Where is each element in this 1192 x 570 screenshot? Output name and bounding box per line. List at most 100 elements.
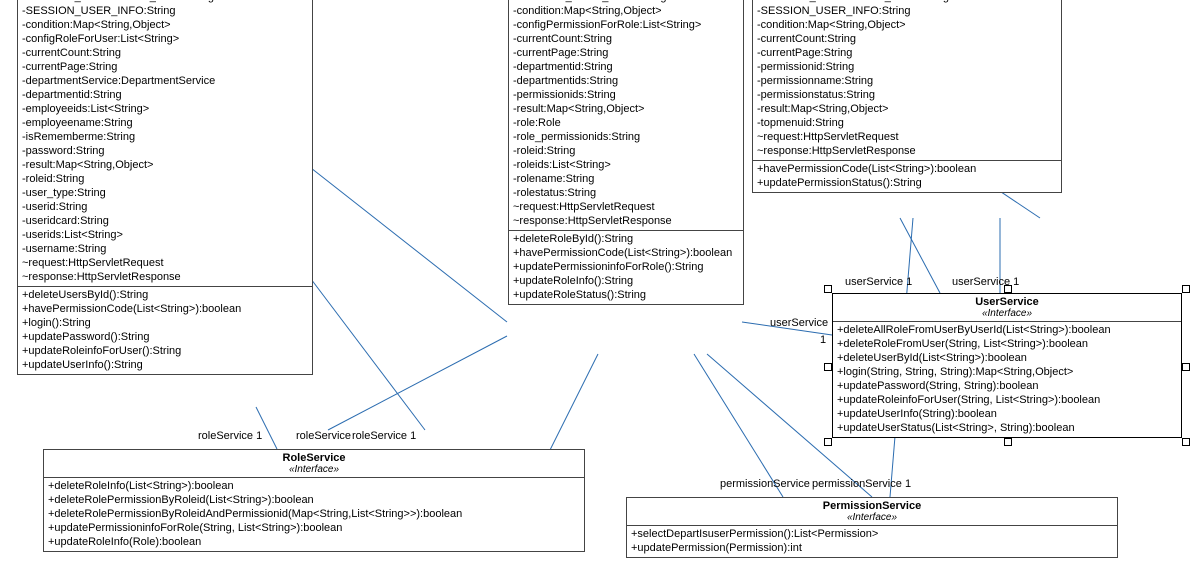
- member-row: +deleteUserById(List<String>):boolean: [837, 351, 1177, 365]
- member-row: -userid:String: [22, 200, 308, 214]
- assoc-label-roleservice: roleService 1: [198, 430, 262, 442]
- member-row: -departmentid:String: [22, 88, 308, 102]
- member-row: +updatePermissionStatus():String: [757, 176, 1057, 190]
- member-row: -userids:List<String>: [22, 228, 308, 242]
- member-row: -condition:Map<String,Object>: [513, 4, 739, 18]
- ops-section: +deleteRoleInfo(List<String>):boolean+de…: [44, 477, 584, 551]
- member-row: -currentPage:String: [757, 46, 1057, 60]
- member-row: +deleteRoleById():String: [513, 232, 739, 246]
- member-row: -isRememberme:String: [22, 130, 308, 144]
- member-row: +updateUserInfo():String: [22, 358, 308, 372]
- ops-section: +havePermissionCode(List<String>):boolea…: [753, 160, 1061, 192]
- member-row: +deleteRoleFromUser(String, List<String>…: [837, 337, 1177, 351]
- member-row: -result:Map<String,Object>: [757, 102, 1057, 116]
- member-row: -condition:Map<String,Object>: [22, 18, 308, 32]
- member-row: -role:Role: [513, 116, 739, 130]
- member-row: +deleteRolePermissionByRoleidAndPermissi…: [48, 507, 580, 521]
- member-row: -departmentService:DepartmentService: [22, 74, 308, 88]
- member-row: +updateRoleinfoForUser(String, List<Stri…: [837, 393, 1177, 407]
- assoc-label-userservice: userService: [770, 317, 828, 329]
- class-stereotype: «Interface»: [627, 512, 1117, 525]
- member-row: -rolestatus:String: [513, 186, 739, 200]
- member-row: -configRoleForUser:List<String>: [22, 32, 308, 46]
- member-row: -configPermissionForRole:List<String>: [513, 18, 739, 32]
- interface-permissionservice[interactable]: PermissionService «Interface» +selectDep…: [626, 497, 1118, 558]
- class-stereotype: «Interface»: [833, 308, 1181, 321]
- member-row: -result:Map<String,Object>: [513, 102, 739, 116]
- interface-roleservice[interactable]: RoleService «Interface» +deleteRoleInfo(…: [43, 449, 585, 552]
- member-row: ~request:HttpServletRequest: [757, 130, 1057, 144]
- class-stereotype: «Interface»: [44, 464, 584, 477]
- member-row: +updateUserStatus(List<String>, String):…: [837, 421, 1177, 435]
- member-row: +updateRoleinfoForUser():String: [22, 344, 308, 358]
- class-role-controller[interactable]: -SESSION_USER_INFO:String-condition:Map<…: [508, 0, 744, 305]
- member-row: -currentCount:String: [757, 32, 1057, 46]
- member-row: +deleteRoleInfo(List<String>):boolean: [48, 479, 580, 493]
- member-row: +updatePassword():String: [22, 330, 308, 344]
- member-row: -roleids:List<String>: [513, 158, 739, 172]
- member-row: +deleteRolePermissionByRoleid(List<Strin…: [48, 493, 580, 507]
- member-row: +updatePermissioninfoForRole():String: [513, 260, 739, 274]
- member-row: +selectDepartIsuserPermission():List<Per…: [631, 527, 1113, 541]
- member-row: -useridcard:String: [22, 214, 308, 228]
- member-row: -employeename:String: [22, 116, 308, 130]
- member-row: -employeeids:List<String>: [22, 102, 308, 116]
- member-row: -role_permissionids:String: [513, 130, 739, 144]
- ops-section: +deleteRoleById():String+havePermissionC…: [509, 230, 743, 304]
- member-row: -roleid:String: [513, 144, 739, 158]
- assoc-label-userservice: userService 1: [952, 276, 1019, 288]
- member-row: +updateRoleInfo(Role):boolean: [48, 535, 580, 549]
- class-permission-controller[interactable]: -SESSION_PERMISSION_INFO:String-SESSION_…: [752, 0, 1062, 193]
- member-row: -result:Map<String,Object>: [22, 158, 308, 172]
- assoc-label-permissionservice: permissionService: [720, 478, 810, 490]
- class-title: UserService: [833, 294, 1181, 308]
- member-row: +updatePermissioninfoForRole(String, Lis…: [48, 521, 580, 535]
- member-row: +updateRoleInfo():String: [513, 274, 739, 288]
- assoc-label-userservice: userService 1: [845, 276, 912, 288]
- member-row: -currentCount:String: [513, 32, 739, 46]
- assoc-label-roleservice: roleService: [296, 430, 351, 442]
- diagram-canvas[interactable]: -SESSION_PERMISSION_INFO:String-SESSION_…: [0, 0, 1192, 570]
- attr-section: -SESSION_PERMISSION_INFO:String-SESSION_…: [753, 0, 1061, 160]
- member-row: -currentCount:String: [22, 46, 308, 60]
- member-row: +havePermissionCode(List<String>):boolea…: [22, 302, 308, 316]
- member-row: ~response:HttpServletResponse: [513, 214, 739, 228]
- interface-userservice[interactable]: UserService «Interface» +deleteAllRoleFr…: [832, 293, 1182, 438]
- member-row: -rolename:String: [513, 172, 739, 186]
- member-row: -permissionstatus:String: [757, 88, 1057, 102]
- member-row: +havePermissionCode(List<String>):boolea…: [757, 162, 1057, 176]
- member-row: ~request:HttpServletRequest: [513, 200, 739, 214]
- ops-section: +selectDepartIsuserPermission():List<Per…: [627, 525, 1117, 557]
- member-row: -permissionname:String: [757, 74, 1057, 88]
- member-row: ~request:HttpServletRequest: [22, 256, 308, 270]
- member-row: -currentPage:String: [513, 46, 739, 60]
- member-row: -topmenuid:String: [757, 116, 1057, 130]
- member-row: -departmentids:String: [513, 74, 739, 88]
- member-row: +updatePermission(Permission):int: [631, 541, 1113, 555]
- assoc-label-permissionservice: permissionService 1: [812, 478, 911, 490]
- member-row: -SESSION_USER_INFO:String: [757, 4, 1057, 18]
- member-row: -permissionids:String: [513, 88, 739, 102]
- member-row: -departmentid:String: [513, 60, 739, 74]
- member-row: +deleteUsersById():String: [22, 288, 308, 302]
- member-row: -username:String: [22, 242, 308, 256]
- class-user-controller[interactable]: -SESSION_PERMISSION_INFO:String-SESSION_…: [17, 0, 313, 375]
- member-row: -user_type:String: [22, 186, 308, 200]
- member-row: +login():String: [22, 316, 308, 330]
- member-row: +updateUserInfo(String):boolean: [837, 407, 1177, 421]
- assoc-mult: 1: [820, 334, 826, 346]
- member-row: +havePermissionCode(List<String>):boolea…: [513, 246, 739, 260]
- member-row: -permissionid:String: [757, 60, 1057, 74]
- member-row: -roleid:String: [22, 172, 308, 186]
- class-title: PermissionService: [627, 498, 1117, 512]
- member-row: +login(String, String, String):Map<Strin…: [837, 365, 1177, 379]
- member-row: +updateRoleStatus():String: [513, 288, 739, 302]
- ops-section: +deleteAllRoleFromUserByUserId(List<Stri…: [833, 321, 1181, 437]
- member-row: ~response:HttpServletResponse: [22, 270, 308, 284]
- ops-section: +deleteUsersById():String+havePermission…: [18, 286, 312, 374]
- member-row: ~response:HttpServletResponse: [757, 144, 1057, 158]
- member-row: +updatePassword(String, String):boolean: [837, 379, 1177, 393]
- class-title: RoleService: [44, 450, 584, 464]
- member-row: -currentPage:String: [22, 60, 308, 74]
- attr-section: -SESSION_PERMISSION_INFO:String-SESSION_…: [18, 0, 312, 286]
